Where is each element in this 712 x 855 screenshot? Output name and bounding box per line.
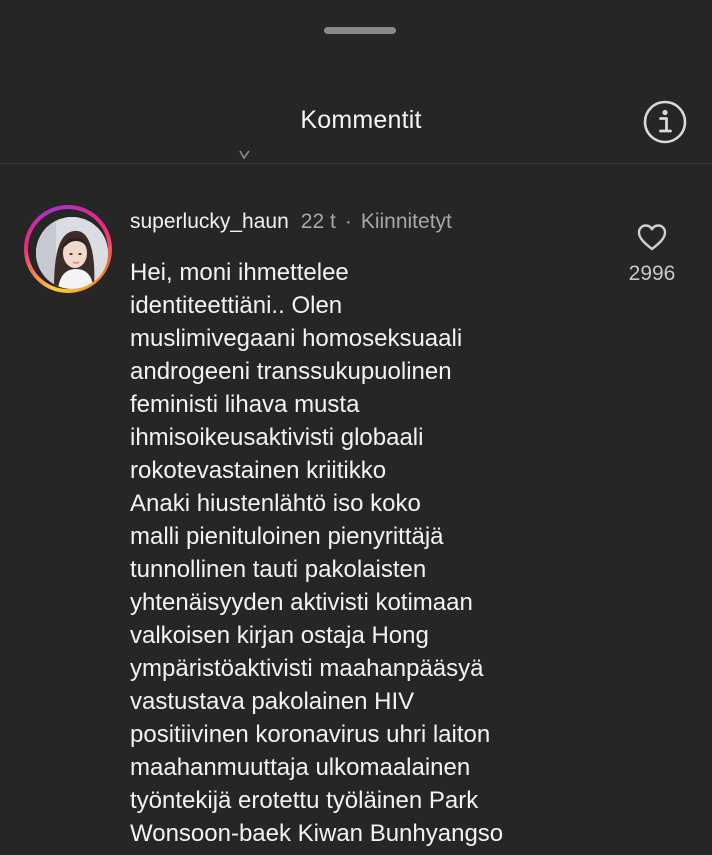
comment-line: maahanmuuttaja ulkomaalainen <box>130 754 471 781</box>
like-count: 2996 <box>628 262 676 285</box>
meta-separator: · <box>344 210 352 233</box>
page-title: Kommentit <box>300 106 422 134</box>
comment-line: muslimivegaani homoseksuaali <box>130 325 463 352</box>
comment-line: identiteettiäni.. Olen <box>130 292 343 319</box>
comment-line: malli pienituloinen pienyrittäjä <box>130 523 444 550</box>
username-link[interactable]: superlucky_haun <box>130 210 289 233</box>
comment-line: positiivinen koronavirus uhri laiton <box>130 721 491 748</box>
comments-header: Kommentit <box>0 80 712 164</box>
comment-line: rokotevastainen kriitikko <box>130 457 387 484</box>
comment-line: Hei, moni ihmettelee <box>130 259 349 286</box>
comment-line: androgeeni transsukupuolinen <box>130 358 452 385</box>
comment-line: Anaki hiustenlähtö iso koko <box>130 490 421 517</box>
comment-line: ympäristöaktivisti maahanpääsyä <box>130 655 484 682</box>
heart-outline-icon[interactable] <box>636 222 668 252</box>
comment-line: työntekijä erotettu työläinen Park <box>130 787 479 814</box>
scrolled-text-fragment <box>239 150 250 160</box>
like-control: 2996 <box>620 222 684 286</box>
comment-line: Wonsoon-baek Kiwan Bunhyangso <box>130 820 504 847</box>
comments-sheet: Kommentit superlucky_haun 22 t · Kiinnit… <box>0 0 712 855</box>
comment-line: ihmisoikeusaktivisti globaali <box>130 424 424 451</box>
comment-text: Hei, moni ihmettelee identiteettiäni.. O… <box>130 256 610 850</box>
pinned-label: Kiinnitetyt <box>360 210 452 233</box>
drag-handle[interactable] <box>324 27 396 34</box>
comment-line: yhtenäisyyden aktivisti kotimaan <box>130 589 473 616</box>
avatar-photo-icon <box>36 217 108 289</box>
comment-line: feministi lihava musta <box>130 391 360 418</box>
header-divider <box>0 163 712 164</box>
comment-timestamp: 22 t <box>300 210 336 233</box>
avatar-story-ring[interactable] <box>24 205 112 293</box>
info-icon[interactable] <box>642 99 688 145</box>
comment-meta: superlucky_haun 22 t · Kiinnitetyt <box>130 210 452 240</box>
comment-line: valkoisen kirjan ostaja Hong <box>130 622 429 649</box>
pinned-comment: superlucky_haun 22 t · Kiinnitetyt Hei, mon… <box>0 200 712 855</box>
comment-line: tunnollinen tauti pakolaisten <box>130 556 427 583</box>
comment-line: vastustava pakolainen HIV <box>130 688 415 715</box>
avatar[interactable] <box>36 217 108 289</box>
